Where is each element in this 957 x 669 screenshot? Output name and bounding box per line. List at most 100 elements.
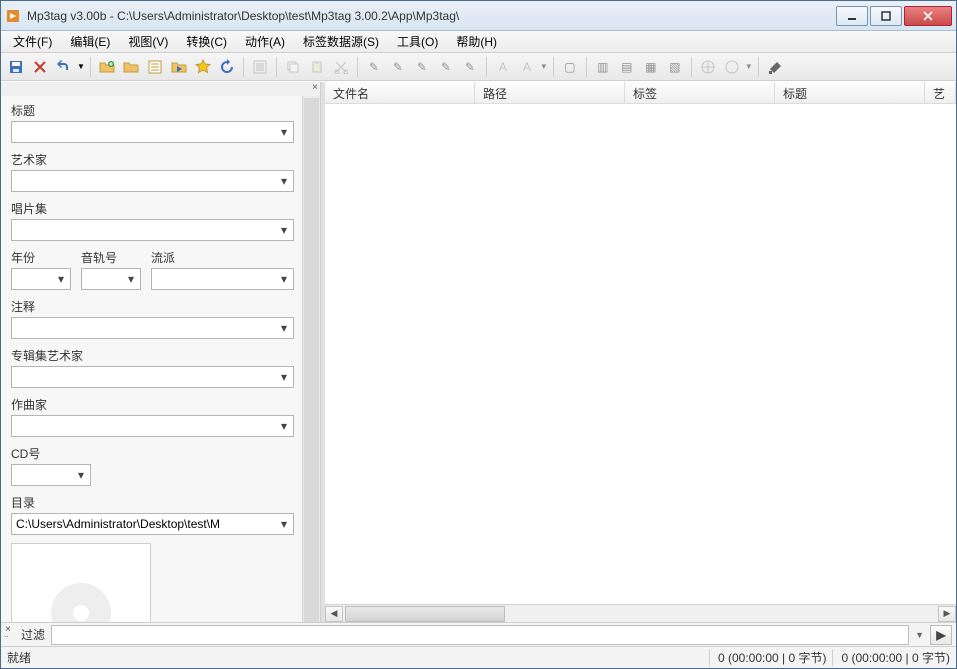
filename-tag-icon[interactable]: ✎ [387, 56, 409, 78]
minimize-button[interactable] [836, 6, 868, 26]
track-label: 音轨号 [81, 249, 141, 266]
hscroll-thumb[interactable] [345, 606, 505, 622]
filter-input[interactable] [51, 625, 909, 645]
action-quick-icon[interactable]: A [516, 56, 538, 78]
view-filter-icon[interactable]: ▧ [664, 56, 686, 78]
menu-bar: 文件(F) 编辑(E) 视图(V) 转换(C) 动作(A) 标签数据源(S) 工… [1, 31, 956, 53]
favorite-icon[interactable] [192, 56, 214, 78]
toolbar: ▼ ✎ ✎ ✎ ✎ ✎ A A ▼ ▢ ▥ ▤ ▦ ▧ ▼ [1, 53, 956, 81]
artist-input[interactable]: ▾ [11, 170, 294, 192]
composer-input[interactable]: ▾ [11, 415, 294, 437]
refresh-icon[interactable] [216, 56, 238, 78]
file-list-hscroll[interactable]: ◀ ▶ [325, 604, 956, 622]
album-input[interactable]: ▾ [11, 219, 294, 241]
menu-help[interactable]: 帮助(H) [448, 31, 505, 52]
file-list[interactable] [325, 104, 956, 604]
scroll-right-icon[interactable]: ▶ [938, 606, 956, 622]
file-list-header: 文件名 路径 标签 标题 艺 [325, 82, 956, 104]
year-label: 年份 [11, 249, 71, 266]
filter-close-icon[interactable]: ×¨ [5, 624, 15, 646]
menu-convert[interactable]: 转换(C) [178, 31, 235, 52]
column-title[interactable]: 标题 [775, 82, 925, 103]
track-input[interactable]: ▾ [81, 268, 141, 290]
scroll-left-icon[interactable]: ◀ [325, 606, 343, 622]
folder-play-icon[interactable] [168, 56, 190, 78]
menu-edit[interactable]: 编辑(E) [62, 31, 118, 52]
tag-tag-icon[interactable]: ✎ [435, 56, 457, 78]
tag-panel: 标题 ▾ 艺术家 ▾ 唱片集 ▾ 年份 ▾ [1, 96, 302, 622]
discno-label: CD号 [11, 445, 91, 462]
cut-icon[interactable] [330, 56, 352, 78]
separator [357, 57, 358, 77]
menu-file[interactable]: 文件(F) [5, 31, 60, 52]
filter-apply-button[interactable]: ▶ [930, 625, 952, 645]
paste-icon[interactable] [306, 56, 328, 78]
composer-label: 作曲家 [11, 396, 294, 413]
year-input[interactable]: ▾ [11, 268, 71, 290]
menu-tagsources[interactable]: 标签数据源(S) [295, 31, 387, 52]
undo-dropdown-icon[interactable]: ▼ [77, 62, 85, 71]
close-button[interactable] [904, 6, 952, 26]
albumartist-input[interactable]: ▾ [11, 366, 294, 388]
album-art-box[interactable] [11, 543, 151, 622]
view-columns-icon[interactable]: ▥ [592, 56, 614, 78]
text-tag-icon[interactable]: ✎ [411, 56, 433, 78]
filter-dropdown-icon[interactable]: ▼ [915, 630, 924, 640]
directory-value: C:\Users\Administrator\Desktop\test\M [12, 517, 220, 531]
settings-icon[interactable] [764, 56, 786, 78]
panel-close-icon[interactable]: × [312, 82, 318, 94]
column-artist[interactable]: 艺 [925, 82, 956, 103]
folder-open-icon[interactable] [120, 56, 142, 78]
comment-input[interactable]: ▾ [11, 317, 294, 339]
delete-icon[interactable] [29, 56, 51, 78]
menu-actions[interactable]: 动作(A) [237, 31, 293, 52]
filter-label: 过滤 [21, 626, 45, 643]
column-path[interactable]: 路径 [475, 82, 625, 103]
view-sort-icon[interactable]: ▦ [640, 56, 662, 78]
folder-add-icon[interactable] [96, 56, 118, 78]
globe-icon[interactable] [697, 56, 719, 78]
separator [586, 57, 587, 77]
separator [758, 57, 759, 77]
select-all-icon[interactable] [249, 56, 271, 78]
tag-panel-scrollbar[interactable] [302, 96, 320, 622]
genre-label: 流派 [151, 249, 294, 266]
column-filename[interactable]: 文件名 [325, 82, 475, 103]
globe2-icon[interactable] [721, 56, 743, 78]
status-total: 0 (00:00:00 | 0 字节) [832, 649, 950, 666]
actions-dropdown-icon[interactable]: ▼ [540, 62, 548, 71]
status-selection: 0 (00:00:00 | 0 字节) [709, 649, 827, 666]
separator [691, 57, 692, 77]
maximize-button[interactable] [870, 6, 902, 26]
copy-icon[interactable] [282, 56, 304, 78]
title-bar: Mp3tag v3.00b - C:\Users\Administrator\D… [1, 1, 956, 31]
autonumber-icon[interactable]: A [492, 56, 514, 78]
playlist-icon[interactable] [144, 56, 166, 78]
title-input[interactable]: ▾ [11, 121, 294, 143]
undo-icon[interactable] [53, 56, 75, 78]
save-icon[interactable] [5, 56, 27, 78]
directory-label: 目录 [11, 494, 294, 511]
filter-bar: ×¨ 过滤 ▼ ▶ [1, 622, 956, 646]
separator [486, 57, 487, 77]
sources-dropdown-icon[interactable]: ▼ [745, 62, 753, 71]
separator [553, 57, 554, 77]
tag-panel-header: × [1, 82, 320, 96]
artist-label: 艺术家 [11, 151, 294, 168]
action-icon[interactable]: ✎ [459, 56, 481, 78]
view-list-icon[interactable]: ▤ [616, 56, 638, 78]
directory-input[interactable]: C:\Users\Administrator\Desktop\test\M▾ [11, 513, 294, 535]
column-tag[interactable]: 标签 [625, 82, 775, 103]
disc-placeholder-icon [41, 558, 121, 622]
comment-label: 注释 [11, 298, 294, 315]
menu-view[interactable]: 视图(V) [120, 31, 176, 52]
tag-filename-icon[interactable]: ✎ [363, 56, 385, 78]
status-bar: 就绪 0 (00:00:00 | 0 字节) 0 (00:00:00 | 0 字… [1, 646, 956, 668]
window-title: Mp3tag v3.00b - C:\Users\Administrator\D… [27, 9, 834, 23]
export-icon[interactable]: ▢ [559, 56, 581, 78]
genre-input[interactable]: ▾ [151, 268, 294, 290]
separator [90, 57, 91, 77]
discno-input[interactable]: ▾ [11, 464, 91, 486]
separator [243, 57, 244, 77]
menu-tools[interactable]: 工具(O) [389, 31, 446, 52]
